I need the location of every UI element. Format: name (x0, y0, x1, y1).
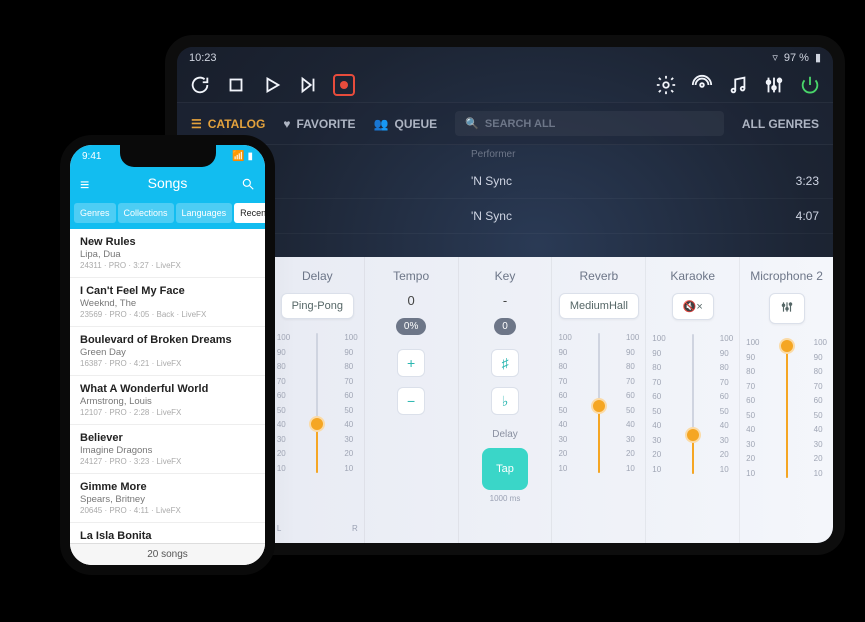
music-icon[interactable] (727, 74, 749, 96)
track-row[interactable]: Girlfriend'N Sync4:07 (177, 199, 833, 234)
song-row[interactable]: UnfaithfulRihanna (70, 572, 265, 575)
broadcast-icon[interactable] (691, 74, 713, 96)
filter-chips: GenresCollectionsLanguagesRecently sung (70, 199, 265, 229)
search-icon[interactable] (241, 177, 255, 194)
nav-favorite[interactable]: ♥ FAVORITE (283, 117, 355, 131)
key-flat-button[interactable]: ♭ (491, 387, 519, 415)
tempo-plus-button[interactable]: + (397, 349, 425, 377)
song-row[interactable]: New RulesLipa, Dua24311 · PRO · 3:27 · L… (70, 229, 265, 278)
ipad-battery: 97 % (784, 52, 809, 64)
channel-mic2: Microphone 2 100908070605040302010 10090… (740, 257, 833, 543)
phone-header: ≡ Songs (70, 167, 265, 199)
song-row[interactable]: I Can't Feel My FaceWeeknd, The23569 · P… (70, 278, 265, 327)
search-input[interactable]: 🔍 SEARCH ALL (455, 111, 724, 136)
nav-row: ☰ CATALOG ♥ FAVORITE 👥 QUEUE 🔍 SEARCH AL… (177, 102, 833, 145)
record-button[interactable] (333, 74, 355, 96)
reverb-slider[interactable] (598, 333, 600, 473)
karaoke-slider[interactable] (692, 334, 694, 474)
settings-icon[interactable] (655, 74, 677, 96)
song-row[interactable]: Gimme MoreSpears, Britney20645 · PRO · 4… (70, 474, 265, 523)
chip-genres[interactable]: Genres (74, 203, 116, 223)
mixer-panel: Master 🔇× 100908070605040302010 10090807… (177, 257, 833, 543)
channel-delay: Delay Ping-Pong 100908070605040302010 10… (271, 257, 365, 543)
reverb-type-button[interactable]: MediumHall (559, 293, 639, 319)
chip-languages[interactable]: Languages (176, 203, 233, 223)
menu-icon[interactable]: ≡ (80, 177, 89, 195)
key-pill: 0 (494, 318, 516, 335)
queue-icon: 👥 (374, 117, 389, 131)
track-list: Bye Bye Bye'N Sync3:23Girlfriend'N Sync4… (177, 164, 833, 234)
search-icon: 🔍 (465, 117, 479, 130)
stop-icon[interactable] (225, 74, 247, 96)
chip-collections[interactable]: Collections (118, 203, 174, 223)
genre-filter[interactable]: ALL GENRES (742, 117, 819, 131)
power-icon[interactable] (799, 74, 821, 96)
phone-status-icons: 📶 ▮ (232, 151, 253, 167)
catalog-icon: ☰ (191, 117, 202, 131)
song-row[interactable]: BelieverImagine Dragons24127 · PRO · 3:2… (70, 425, 265, 474)
mic2-settings-button[interactable] (769, 293, 805, 324)
ipad-time: 10:23 (189, 52, 217, 64)
chip-recently-sung[interactable]: Recently sung (234, 203, 275, 223)
delay-type-button[interactable]: Ping-Pong (281, 293, 354, 319)
next-icon[interactable] (297, 74, 319, 96)
nav-queue[interactable]: 👥 QUEUE (374, 117, 438, 131)
wifi-icon: ▿ (772, 51, 778, 64)
transport-bar (177, 68, 833, 102)
channel-key: Key - 0 ♯ ♭ Delay Tap 1000 ms (459, 257, 553, 543)
phone-title: Songs (148, 175, 188, 191)
tempo-minus-button[interactable]: − (397, 387, 425, 415)
mic2-slider[interactable] (786, 338, 788, 478)
channel-reverb: Reverb MediumHall 100908070605040302010 … (552, 257, 646, 543)
song-row[interactable]: Boulevard of Broken DreamsGreen Day16387… (70, 327, 265, 376)
reload-icon[interactable] (189, 74, 211, 96)
phone-footer: 20 songs (70, 543, 265, 565)
columns-header: Title Performer (177, 145, 833, 164)
channel-karaoke: Karaoke 🔇× 100908070605040302010 1009080… (646, 257, 740, 543)
song-row[interactable]: What A Wonderful WorldArmstrong, Louis12… (70, 376, 265, 425)
tap-button[interactable]: Tap (482, 448, 528, 490)
phone-time: 9:41 (82, 151, 101, 167)
play-icon[interactable] (261, 74, 283, 96)
karaoke-mute-button[interactable]: 🔇× (672, 293, 714, 320)
channel-tempo: Tempo 0 0% + − (365, 257, 459, 543)
notch (120, 145, 216, 167)
iphone-device: 9:41 📶 ▮ ≡ Songs GenresCollectionsLangua… (60, 135, 275, 575)
heart-icon: ♥ (283, 117, 290, 131)
delay-slider[interactable] (316, 333, 318, 473)
nav-catalog[interactable]: ☰ CATALOG (191, 117, 265, 131)
track-row[interactable]: Bye Bye Bye'N Sync3:23 (177, 164, 833, 199)
ipad-statusbar: 10:23 ▿ 97 % ▮ (177, 47, 833, 68)
tempo-pill: 0% (396, 318, 426, 335)
mixer-icon[interactable] (763, 74, 785, 96)
key-sharp-button[interactable]: ♯ (491, 349, 519, 377)
battery-icon: ▮ (815, 51, 821, 64)
song-list[interactable]: New RulesLipa, Dua24311 · PRO · 3:27 · L… (70, 229, 265, 575)
